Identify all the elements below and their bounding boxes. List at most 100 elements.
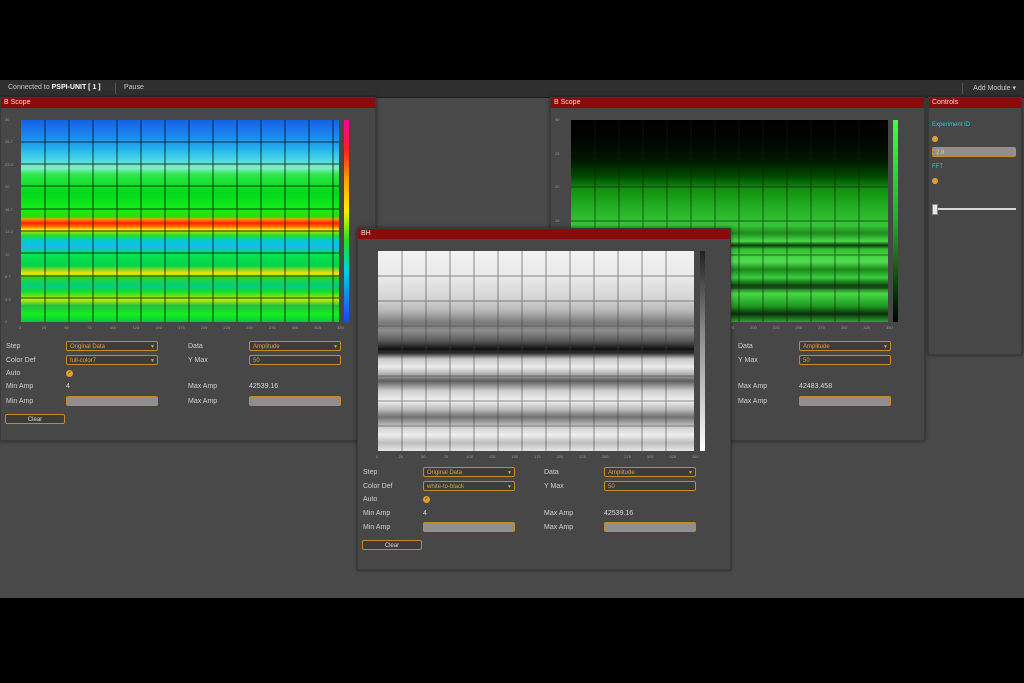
y-tick-label: 13.3 [5, 229, 13, 235]
y-tick-label: 26.7 [5, 139, 13, 145]
controls-panel: Controls Experiment ID 2.8 FFT [928, 97, 1022, 355]
ymax-input[interactable]: 50 [604, 481, 696, 491]
experiment-radio[interactable] [932, 136, 938, 142]
slider-handle[interactable] [932, 204, 938, 215]
data-select[interactable]: Amplitude ▼ [249, 341, 341, 351]
colordef-label: Color Def [6, 357, 36, 364]
maxamp-input-label: Max Amp [738, 398, 768, 405]
colordef-label: Color Def [363, 483, 393, 490]
step-select[interactable]: Original Data ▼ [66, 341, 158, 351]
x-tick-label: 175 [178, 325, 185, 330]
pause-button[interactable]: Pause [124, 84, 144, 91]
x-tick-label: 325 [314, 325, 321, 330]
panel-title: B Scope [551, 98, 924, 108]
x-tick-label: 275 [268, 325, 276, 330]
chevron-down-icon: ▼ [333, 344, 338, 350]
x-tick-label: 250 [246, 325, 253, 330]
minamp-label: Min Amp [6, 383, 34, 390]
add-module-button[interactable]: Add Module ▾ [973, 84, 1016, 92]
data-label: Data [738, 343, 753, 350]
panel-title: BH [358, 229, 730, 239]
maxamp-input[interactable] [249, 396, 341, 406]
minamp-input-label: Min Amp [363, 524, 391, 531]
chevron-down-icon: ▼ [883, 344, 888, 350]
maxamp-label: Max Amp [188, 383, 218, 390]
panel-title: Controls [929, 98, 1021, 108]
ymax-label: Y Max [188, 357, 208, 364]
y-tick-label: 30 [5, 117, 10, 122]
x-tick-label: 225 [223, 325, 231, 330]
bscope-heatmap[interactable] [21, 120, 339, 322]
top-toolbar: Connected to PSPI-UNIT [ 1 ] Pause Add M… [0, 80, 1024, 98]
maxamp-input-label: Max Amp [544, 524, 574, 531]
maxamp-input[interactable] [604, 522, 696, 532]
x-tick-label: 325 [863, 325, 871, 330]
connection-status: Connected to PSPI-UNIT [ 1 ] [8, 84, 101, 91]
x-tick-label: 175 [534, 454, 541, 459]
plot-grid [378, 251, 694, 451]
plot-grid [21, 120, 339, 322]
x-tick-label: 50 [421, 454, 426, 459]
data-label: Data [188, 343, 203, 350]
step-select[interactable]: Original Data ▼ [423, 467, 515, 477]
maxamp-value: 42539.16 [249, 383, 279, 390]
x-tick-label: 200 [750, 325, 757, 330]
x-tick-label: 100 [109, 325, 117, 330]
chevron-down-icon: ▼ [150, 358, 155, 364]
fft-label: FFT [932, 164, 943, 170]
ymax-label: Y Max [738, 357, 758, 364]
auto-label: Auto [363, 496, 378, 503]
maxamp-label: Max Amp [738, 383, 768, 390]
data-select[interactable]: Amplitude ▼ [799, 341, 891, 351]
experiment-id-input[interactable]: 2.8 [932, 147, 1016, 157]
auto-label: Auto [6, 370, 21, 377]
y-tick-label: 30 [555, 117, 560, 122]
auto-checkbox[interactable]: ✓ [66, 370, 73, 377]
app-window: Connected to PSPI-UNIT [ 1 ] Pause Add M… [0, 80, 1024, 598]
colordef-select[interactable]: full-color7 ▼ [66, 355, 158, 365]
y-tick-label: 3.3 [5, 296, 11, 302]
auto-checkbox[interactable]: ✓ [423, 496, 430, 503]
data-label: Data [544, 469, 559, 476]
colorbar [893, 120, 898, 322]
x-tick-label: 0 [19, 325, 22, 330]
y-tick-label: 15 [555, 218, 560, 223]
y-tick-label: 25 [555, 150, 560, 156]
ymax-input[interactable]: 50 [799, 355, 891, 365]
x-tick-label: 200 [556, 454, 564, 459]
maxamp-value: 42483.458 [799, 383, 833, 390]
x-tick-label: 350 [337, 325, 344, 330]
bscope-panel-left: B Scope 30 26.7 23.3 20 16.7 13.3 10 6.7 3.3 0 [0, 97, 376, 441]
slider-track[interactable] [932, 208, 1016, 210]
x-tick-label: 25 [41, 325, 47, 330]
x-tick-label: 300 [291, 325, 299, 330]
fft-radio[interactable] [932, 178, 938, 184]
x-tick-label: 300 [646, 454, 654, 459]
x-tick-label: 250 [601, 454, 609, 459]
maxamp-label: Max Amp [544, 510, 574, 517]
minamp-value: 4 [423, 510, 427, 517]
chevron-down-icon: ▼ [688, 470, 693, 476]
y-tick-label: 10 [5, 251, 10, 257]
y-tick-label: 23.3 [5, 161, 13, 167]
minamp-input[interactable] [423, 522, 515, 532]
maxamp-input[interactable] [799, 396, 891, 406]
x-tick-label: 125 [488, 454, 496, 459]
bh-grayscale-plot[interactable] [378, 251, 694, 451]
step-label: Step [363, 469, 378, 476]
chevron-down-icon: ▼ [507, 470, 512, 476]
x-tick-label: 0 [376, 454, 379, 459]
y-tick-label: 20 [5, 184, 10, 190]
ymax-input[interactable]: 50 [249, 355, 341, 365]
maxamp-input-label: Max Amp [188, 398, 218, 405]
clear-button[interactable]: Clear [362, 540, 422, 550]
x-tick-label: 150 [511, 454, 519, 459]
minamp-input[interactable] [66, 396, 158, 406]
data-select[interactable]: Amplitude ▼ [604, 467, 696, 477]
panel-title: B Scope [1, 98, 375, 108]
x-tick-label: 125 [132, 325, 140, 330]
maxamp-value: 42539.16 [604, 510, 634, 517]
colordef-select[interactable]: white-to-black ▼ [423, 481, 515, 491]
clear-button[interactable]: Clear [5, 414, 65, 424]
x-tick-label: 75 [87, 325, 92, 330]
